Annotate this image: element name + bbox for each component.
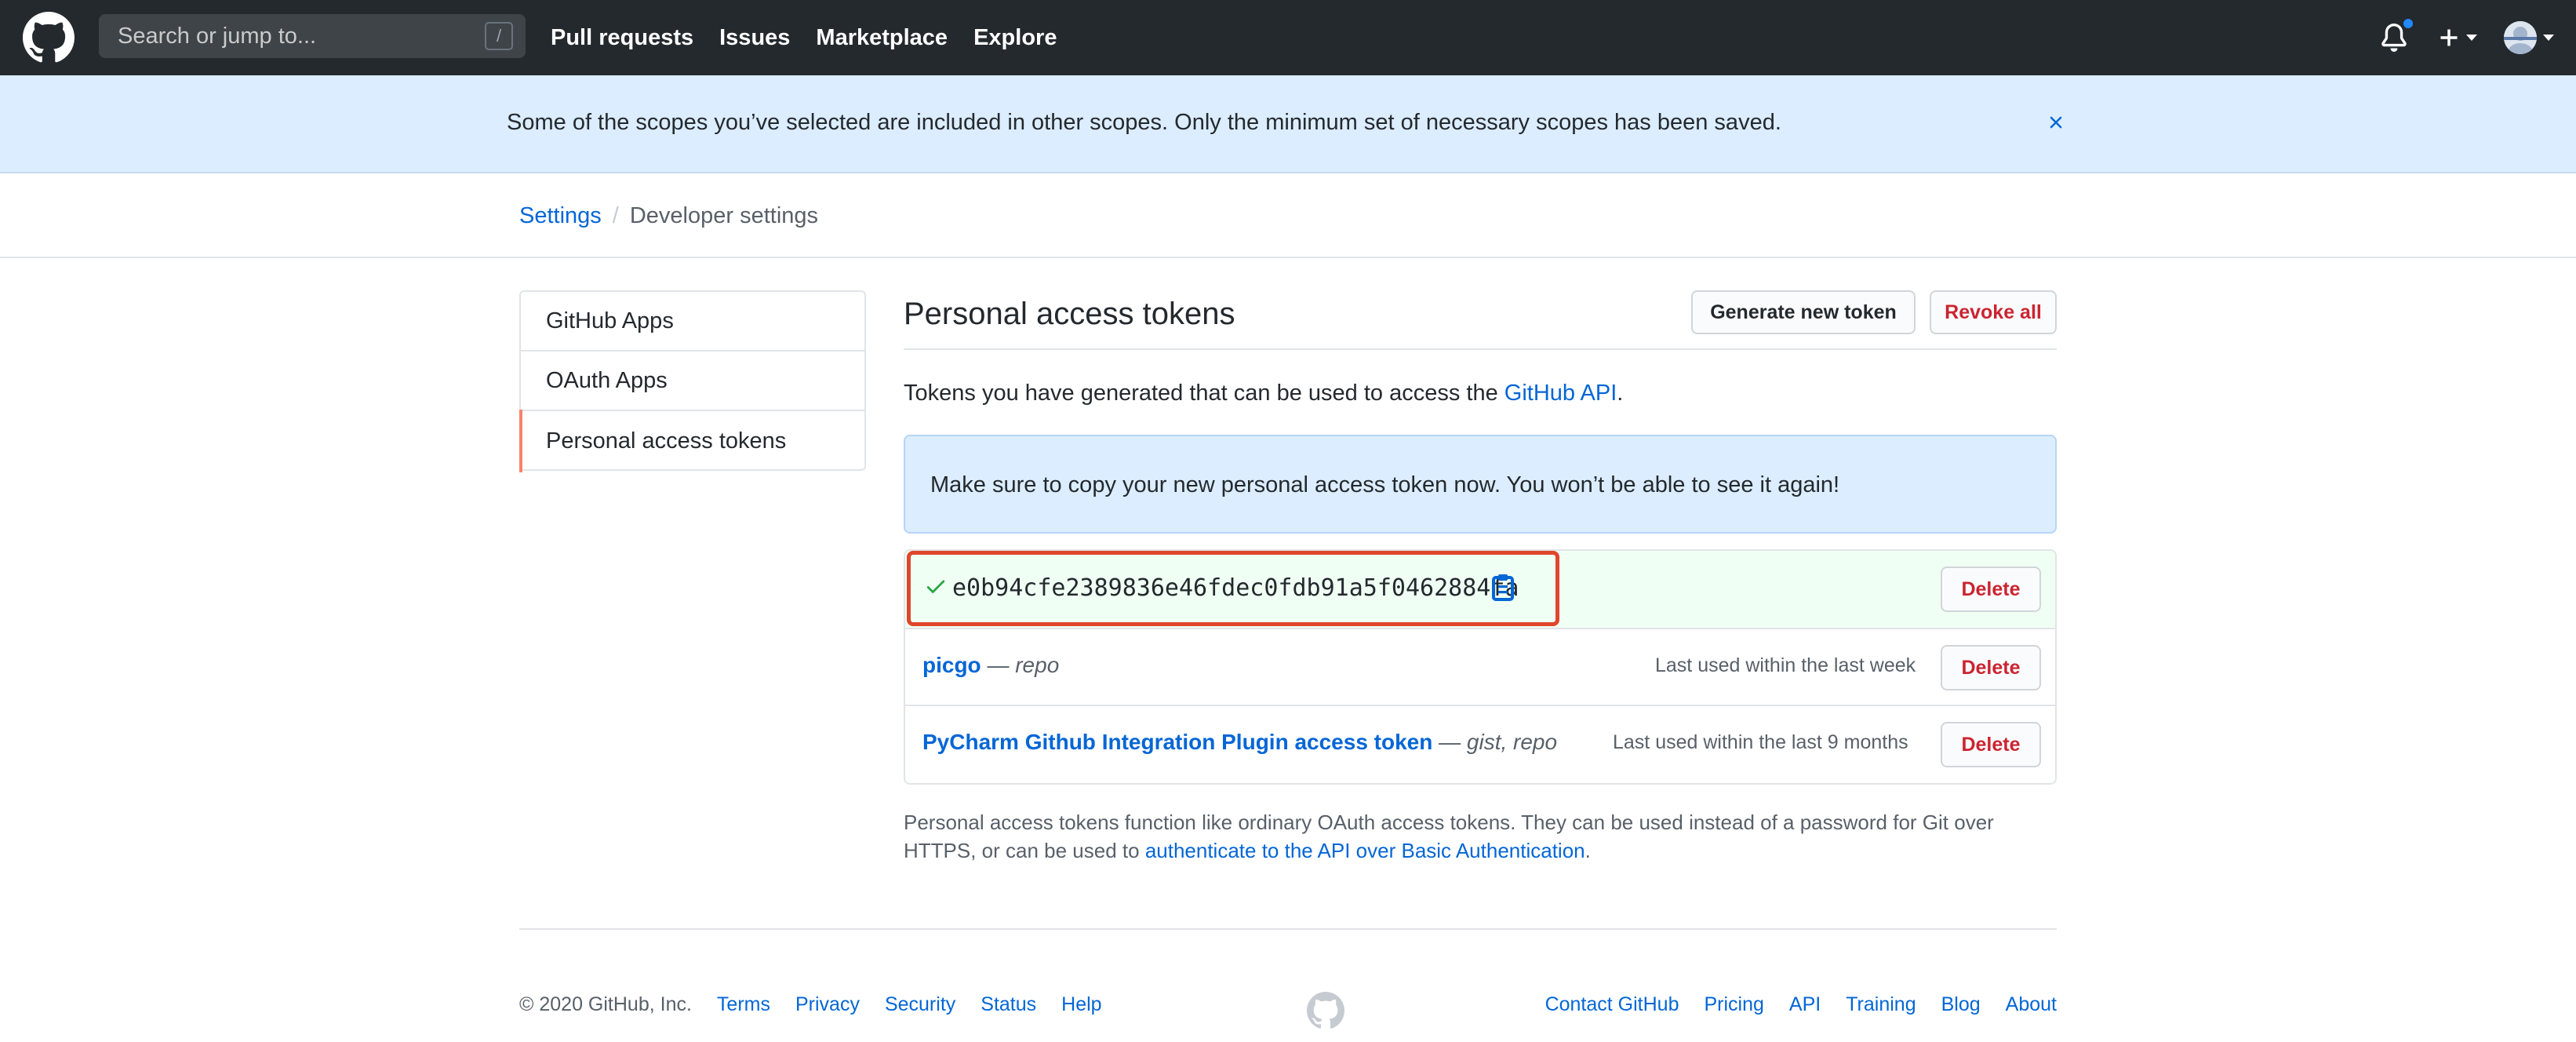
footer-divider <box>519 928 2057 930</box>
footer-link-help[interactable]: Help <box>1061 993 1101 1016</box>
token-name-link[interactable]: PyCharm Github Integration Plugin access… <box>922 730 1432 754</box>
copy-token-notice: Make sure to copy your new personal acce… <box>904 435 2057 534</box>
footer-link-privacy[interactable]: Privacy <box>795 993 860 1016</box>
token-description: picgo — repo <box>922 653 1059 678</box>
delete-token-button[interactable]: Delete <box>1941 567 2041 612</box>
check-icon <box>926 580 945 593</box>
top-navbar: Search or jump to... / Pull requests Iss… <box>0 0 2576 75</box>
search-placeholder: Search or jump to... <box>118 23 317 49</box>
footer-left-links: © 2020 GitHub, Inc. Terms Privacy Securi… <box>519 993 1102 1016</box>
sidebar-item-oauth-apps[interactable]: OAuth Apps <box>521 352 864 411</box>
token-row: picgo — repo Last used within the last w… <box>905 629 2055 706</box>
search-input[interactable]: Search or jump to... / <box>99 14 526 58</box>
token-scopes: gist, repo <box>1466 730 1558 754</box>
breadcrumb-separator: / <box>612 203 619 228</box>
main-nav: Pull requests Issues Marketplace Explore <box>551 0 1057 75</box>
nav-explore[interactable]: Explore <box>973 25 1057 51</box>
breadcrumb: Settings / Developer settings <box>519 203 818 229</box>
sidebar-item-github-apps[interactable]: GitHub Apps <box>521 292 864 352</box>
flash-message: Some of the scopes you’ve selected are i… <box>507 110 1781 135</box>
token-last-used: Last used within the last 9 months <box>1613 731 1908 753</box>
copyright: © 2020 GitHub, Inc. <box>519 993 692 1015</box>
footer-link-training[interactable]: Training <box>1846 993 1916 1016</box>
token-dash: — <box>981 653 1016 677</box>
token-last-used: Last used within the last week <box>1655 654 1916 676</box>
token-description: PyCharm Github Integration Plugin access… <box>922 730 1557 755</box>
unread-indicator <box>2402 17 2414 30</box>
footer-link-terms[interactable]: Terms <box>717 993 770 1016</box>
plus-icon <box>2440 29 2458 46</box>
intro-text: Tokens you have generated that can be us… <box>904 381 1623 406</box>
new-token-row: e0b94cfe2389836e46fdec0fdb91a5f0462884fa… <box>905 551 2055 629</box>
footer-link-api[interactable]: API <box>1789 993 1821 1016</box>
delete-token-button[interactable]: Delete <box>1941 645 2041 690</box>
sidebar-item-personal-access-tokens[interactable]: Personal access tokens <box>519 410 864 472</box>
footer-link-blog[interactable]: Blog <box>1941 993 1981 1016</box>
avatar <box>2504 21 2537 54</box>
clipboard-icon[interactable] <box>1492 573 1514 601</box>
breadcrumb-settings-link[interactable]: Settings <box>519 203 602 229</box>
close-icon[interactable] <box>2046 112 2066 133</box>
new-token-value[interactable]: e0b94cfe2389836e46fdec0fdb91a5f0462884fa <box>952 574 1519 602</box>
token-scopes: repo <box>1015 653 1060 677</box>
token-dash: — <box>1432 730 1467 754</box>
footer-link-about[interactable]: About <box>2006 993 2057 1016</box>
breadcrumb-current: Developer settings <box>629 203 819 228</box>
search-shortcut-key: / <box>485 22 513 50</box>
token-list: e0b94cfe2389836e46fdec0fdb91a5f0462884fa… <box>904 549 2057 785</box>
delete-token-button[interactable]: Delete <box>1941 722 2041 767</box>
token-row: PyCharm Github Integration Plugin access… <box>905 706 2055 783</box>
flash-notice: Some of the scopes you’ve selected are i… <box>0 75 2576 173</box>
intro-text-body: Tokens you have generated that can be us… <box>904 381 1504 406</box>
notice-message: Make sure to copy your new personal acce… <box>930 472 1840 497</box>
github-mark-icon[interactable] <box>1307 992 1344 1029</box>
footer-link-security[interactable]: Security <box>885 993 955 1016</box>
github-api-link[interactable]: GitHub API <box>1504 381 1617 406</box>
create-new-dropdown[interactable] <box>2438 27 2477 49</box>
user-menu-dropdown[interactable] <box>2504 21 2554 54</box>
breadcrumb-bar: Settings / Developer settings <box>0 173 2576 258</box>
notifications-button[interactable] <box>2380 17 2414 53</box>
token-name-link[interactable]: picgo <box>922 653 981 677</box>
nav-issues[interactable]: Issues <box>719 25 790 51</box>
nav-pull-requests[interactable]: Pull requests <box>551 25 693 51</box>
generate-new-token-button[interactable]: Generate new token <box>1691 290 1916 334</box>
chevron-down-icon <box>2543 35 2554 41</box>
footer-link-contact[interactable]: Contact GitHub <box>1545 993 1679 1016</box>
header-actions <box>2380 0 2554 75</box>
github-logo-icon[interactable] <box>23 12 75 64</box>
page-header: Personal access tokens Generate new toke… <box>904 290 2057 350</box>
footer-link-status[interactable]: Status <box>981 993 1036 1016</box>
nav-marketplace[interactable]: Marketplace <box>816 25 948 51</box>
intro-text-end: . <box>1617 381 1624 406</box>
chevron-down-icon <box>2466 35 2477 41</box>
basic-auth-link[interactable]: authenticate to the API over Basic Authe… <box>1145 839 1585 862</box>
developer-settings-sidebar: GitHub Apps OAuth Apps Personal access t… <box>519 290 866 472</box>
page-title: Personal access tokens <box>904 297 1235 331</box>
tokens-footnote: Personal access tokens function like ord… <box>904 808 2065 865</box>
revoke-all-button[interactable]: Revoke all <box>1930 290 2057 334</box>
footer-link-pricing[interactable]: Pricing <box>1704 993 1763 1016</box>
footer-right-links: Contact GitHub Pricing API Training Blog… <box>1545 993 2057 1016</box>
footnote-end: . <box>1585 839 1591 862</box>
